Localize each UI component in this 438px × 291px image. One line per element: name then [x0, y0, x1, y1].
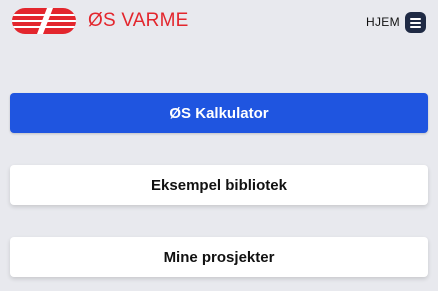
top-bar: ØS VARME HJEM — [0, 0, 438, 44]
nav-home-link[interactable]: HJEM — [366, 14, 400, 30]
hamburger-menu-icon[interactable] — [405, 12, 426, 33]
brand-name: ØS VARME — [88, 10, 189, 31]
mine-prosjekter-button[interactable]: Mine prosjekter — [10, 237, 428, 277]
os-kalkulator-button[interactable]: ØS Kalkulator — [10, 93, 428, 133]
eksempel-bibliotek-button[interactable]: Eksempel bibliotek — [10, 165, 428, 205]
os-varme-logo-icon[interactable] — [12, 8, 76, 34]
